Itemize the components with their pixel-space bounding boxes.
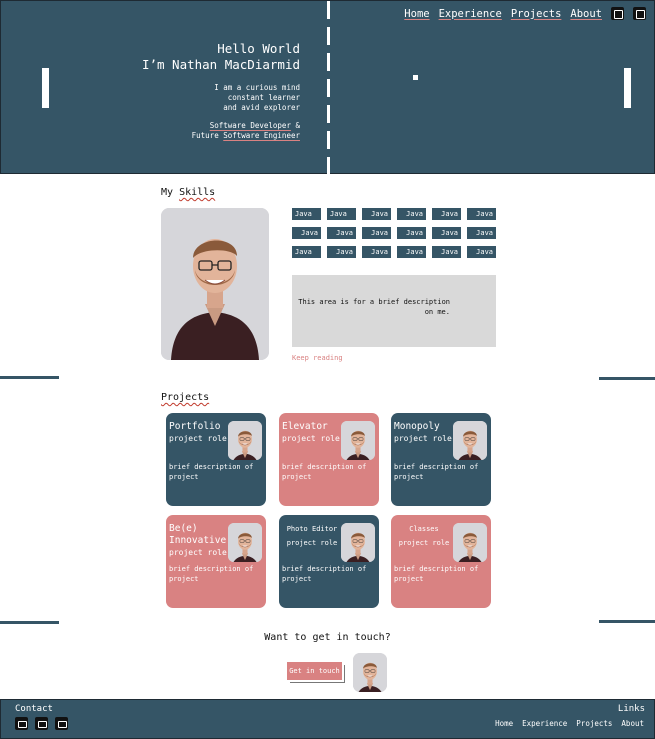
- project-title: Elevator: [282, 421, 328, 432]
- project-card-classes[interactable]: Classes project role brief description o…: [391, 515, 491, 608]
- footer-link-home[interactable]: Home: [495, 719, 513, 728]
- project-card-monopoly[interactable]: Monopoly project role brief description …: [391, 413, 491, 506]
- skill-badge: Java: [467, 208, 496, 220]
- skill-badge: Java: [327, 246, 356, 258]
- skill-badge: Java: [397, 246, 426, 258]
- projects-title-text: Projects: [161, 392, 210, 403]
- skill-badge: Java: [467, 246, 496, 258]
- linkedin-icon[interactable]: [55, 717, 68, 730]
- skill-badge: Java: [362, 208, 391, 220]
- github-icon[interactable]: [633, 7, 646, 20]
- linkedin-icon[interactable]: [611, 7, 624, 20]
- project-title: Be(e) Innovative: [169, 523, 227, 546]
- contact-avatar: [353, 653, 387, 692]
- hero-about-line: I am a curious mind: [214, 83, 300, 92]
- about-description-box: This area is for a brief description on …: [292, 275, 496, 347]
- skill-badge: Java: [432, 227, 461, 239]
- nav-link-about[interactable]: About: [570, 8, 602, 20]
- skills-title-prefix: My: [161, 187, 180, 198]
- skill-badge: Java: [292, 208, 321, 220]
- hero-about-line: constant learner: [227, 93, 300, 102]
- footer-links: Home Experience Projects About: [495, 719, 644, 728]
- project-card-photo-editor[interactable]: Photo Editor project role brief descript…: [279, 515, 379, 608]
- hero-about-line: and avid explorer: [223, 103, 300, 112]
- role-amp: &: [290, 121, 300, 130]
- role-current: Software Developer: [209, 121, 291, 130]
- project-description: brief description of project: [282, 565, 367, 583]
- role-future: Software Engineer: [223, 131, 300, 140]
- project-description: brief description of project: [394, 565, 479, 583]
- keep-reading-link[interactable]: Keep reading: [292, 354, 343, 362]
- hero-greeting: Hello World: [217, 41, 300, 56]
- project-thumbnail: [453, 421, 487, 460]
- section-rule-right: [599, 377, 655, 380]
- skill-badge: Java: [327, 208, 356, 220]
- skill-badge: Java: [397, 208, 426, 220]
- project-card-portfolio[interactable]: Portfolio project role brief description…: [166, 413, 266, 506]
- skill-badge: Java: [467, 227, 496, 239]
- project-thumbnail: [228, 421, 262, 460]
- project-description: brief description of project: [169, 463, 254, 481]
- github-icon[interactable]: [35, 717, 48, 730]
- top-nav: Home Experience Projects About: [404, 7, 646, 20]
- project-card-bee-innovative[interactable]: Be(e) Innovative project role brief desc…: [166, 515, 266, 608]
- footer-link-about[interactable]: About: [621, 719, 644, 728]
- section-rule-left: [0, 621, 59, 624]
- hero-accent-bar-left: [42, 68, 49, 108]
- project-thumbnail: [341, 523, 375, 562]
- nav-link-projects[interactable]: Projects: [511, 8, 562, 20]
- hero-accent-bar-right: [624, 68, 631, 108]
- project-card-elevator[interactable]: Elevator project role brief description …: [279, 413, 379, 506]
- project-title: Portfolio: [169, 421, 221, 432]
- profile-photo: [161, 208, 269, 360]
- skill-badge: Java: [292, 227, 321, 239]
- projects-title: Projects: [161, 392, 209, 403]
- project-thumbnail: [341, 421, 375, 460]
- footer-contact-icons: [15, 717, 68, 730]
- footer-contact-label: Contact: [15, 704, 53, 714]
- hero-text: Hello World I’m Nathan MacDiarmid I am a…: [142, 41, 300, 141]
- skill-badge: Java: [362, 227, 391, 239]
- skill-badge: Java: [362, 246, 391, 258]
- section-rule-left: [0, 376, 59, 379]
- project-thumbnail: [453, 523, 487, 562]
- role-prefix: Future: [191, 131, 224, 140]
- skill-badge: Java: [432, 246, 461, 258]
- nav-link-home[interactable]: Home: [404, 8, 429, 20]
- skills-title-underlined: Skills: [179, 187, 216, 198]
- hero-accent-dot: [413, 75, 418, 80]
- skill-badge: Java: [292, 246, 321, 258]
- hero-about: I am a curious mind constant learner and…: [142, 83, 300, 113]
- project-description: brief description of project: [394, 463, 479, 481]
- footer-link-experience[interactable]: Experience: [522, 719, 567, 728]
- footer-link-projects[interactable]: Projects: [576, 719, 612, 728]
- project-thumbnail: [228, 523, 262, 562]
- project-title: Monopoly: [394, 421, 440, 432]
- get-in-touch-button[interactable]: Get in touch: [287, 662, 342, 680]
- section-rule-right: [599, 620, 655, 623]
- hero-section: Home Experience Projects About Hello Wor…: [0, 0, 655, 175]
- skill-badge: Java: [432, 208, 461, 220]
- nav-link-experience[interactable]: Experience: [439, 8, 502, 20]
- hero-divider: [327, 1, 330, 175]
- skills-title: My Skills: [161, 187, 215, 198]
- footer-links-label: Links: [617, 704, 645, 714]
- skill-badge: Java: [397, 227, 426, 239]
- hero-name: I’m Nathan MacDiarmid: [141, 57, 300, 72]
- project-description: brief description of project: [169, 565, 254, 583]
- skill-badge: Java: [327, 227, 356, 239]
- project-description: brief description of project: [282, 463, 367, 481]
- contact-heading: Want to get in touch?: [264, 632, 391, 643]
- skills-grid: Java Java Java Java Java Java Java Java …: [292, 208, 497, 258]
- footer: Contact Links Home Experience Projects A…: [0, 699, 655, 739]
- hero-roles: Software Developer & Future Software Eng…: [142, 121, 300, 141]
- mail-icon[interactable]: [15, 717, 28, 730]
